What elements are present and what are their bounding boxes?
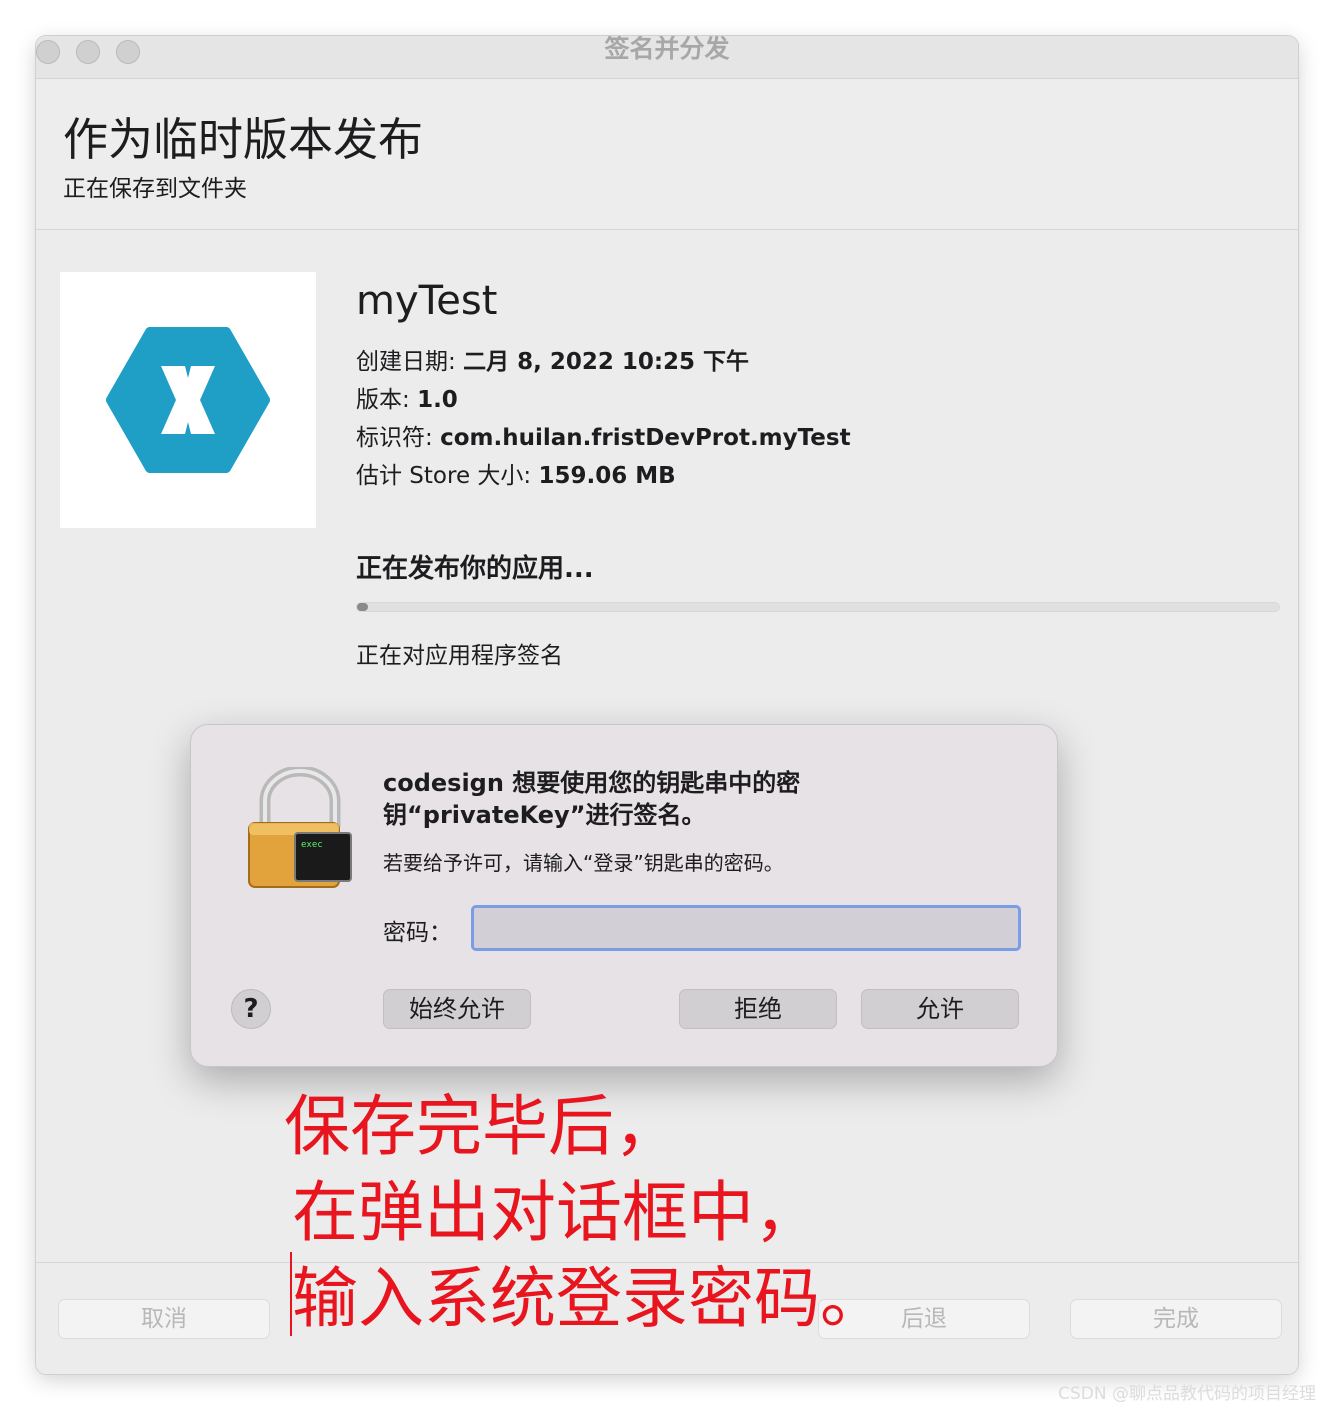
csdn-watermark: CSDN @聊点品教代码的项目经理 <box>1058 1384 1316 1404</box>
publish-progress-fill <box>357 603 369 611</box>
window-title: 签名并分发 <box>604 36 730 63</box>
password-input[interactable] <box>471 905 1021 951</box>
dialog-title: codesign 想要使用您的钥匙串中的密钥“privateKey”进行签名。 <box>383 769 801 829</box>
app-version: 版本: 1.0 <box>356 387 458 413</box>
created-date: 创建日期: 二月 8, 2022 10:25 下午 <box>356 349 750 375</box>
red-annotation-text: 保存完毕后， 在弹出对话框中， 输入系统登录密码。 <box>284 1084 924 1342</box>
estimated-size: 估计 Store 大小: 159.06 MB <box>356 463 676 489</box>
signing-status: 正在对应用程序签名 <box>356 643 563 669</box>
allow-button[interactable]: 允许 <box>861 989 1019 1029</box>
deny-button[interactable]: 拒绝 <box>679 989 837 1029</box>
dialog-message: 若要给予许可，请输入“登录”钥匙串的密码。 <box>383 851 784 875</box>
cancel-button[interactable]: 取消 <box>58 1299 270 1339</box>
publishing-heading: 正在发布你的应用... <box>356 554 594 584</box>
page-subtitle: 正在保存到文件夹 <box>63 176 247 202</box>
keychain-access-dialog: exec codesign 想要使用您的钥匙串中的密钥“privateKey”进… <box>190 724 1058 1067</box>
password-label: 密码： <box>383 920 452 946</box>
app-icon <box>60 272 316 528</box>
app-name: myTest <box>356 278 498 324</box>
lock-badge: exec <box>301 840 323 850</box>
annotation-line-2: 在弹出对话框中， <box>292 1174 820 1251</box>
xamarin-logo-icon <box>106 327 270 473</box>
always-allow-button[interactable]: 始终允许 <box>383 989 531 1029</box>
publish-progress-bar <box>356 602 1280 612</box>
annotation-line-1: 保存完毕后， <box>284 1088 680 1165</box>
annotation-line-3: 输入系统登录密码。 <box>292 1260 886 1337</box>
page-title: 作为临时版本发布 <box>63 113 424 166</box>
bundle-identifier: 标识符: com.huilan.fristDevProt.myTest <box>356 425 851 451</box>
done-button[interactable]: 完成 <box>1070 1299 1282 1339</box>
help-button[interactable]: ? <box>231 989 271 1029</box>
title-bar: 签名并分发 <box>36 36 1298 79</box>
keychain-lock-icon: exec <box>248 767 352 888</box>
page-header: 作为临时版本发布 正在保存到文件夹 <box>36 79 1298 230</box>
